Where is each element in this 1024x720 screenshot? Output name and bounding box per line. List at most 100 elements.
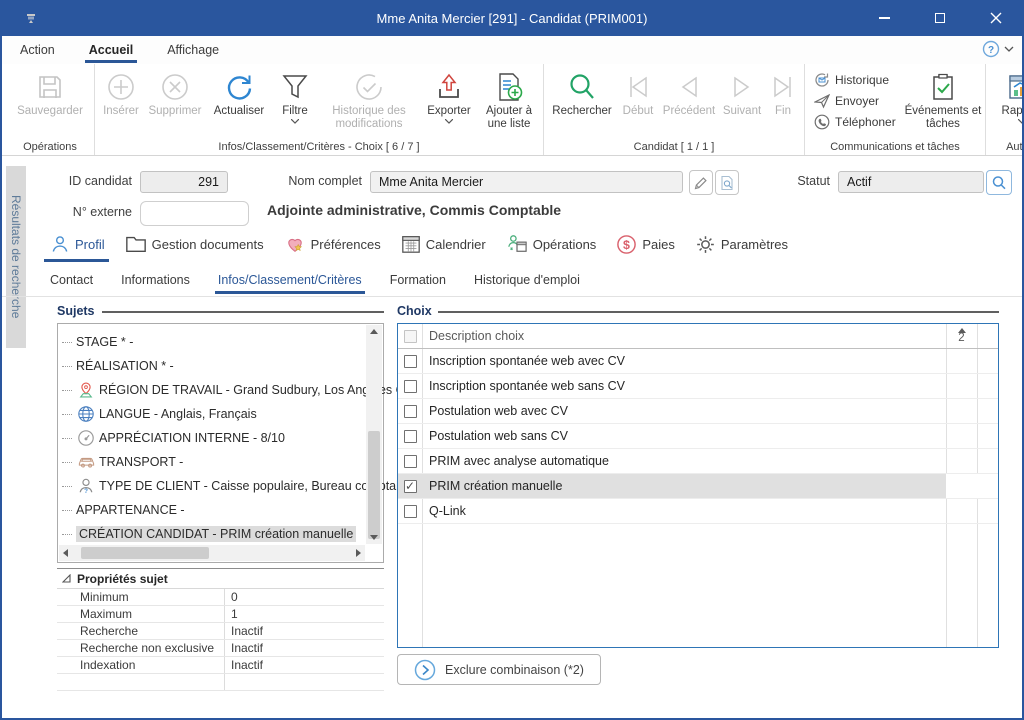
quick-access-pin-icon[interactable] [26, 13, 36, 23]
tree-item-langue[interactable]: LANGUE - Anglais, Français [62, 404, 257, 424]
tab-preferences[interactable]: Préférences [284, 228, 381, 260]
checkbox[interactable] [404, 405, 417, 418]
choix-header-row[interactable]: Description choix 2 [398, 324, 998, 349]
menu-accueil[interactable]: Accueil [87, 38, 135, 62]
tree-item-stage[interactable]: STAGE * - [62, 332, 133, 352]
property-row-maximum[interactable]: Maximum 1 [57, 606, 384, 623]
maximize-button[interactable] [912, 0, 968, 36]
globe-icon [76, 405, 96, 423]
history-button[interactable]: Historique [814, 72, 902, 88]
subtab-formation[interactable]: Formation [390, 266, 446, 294]
menu-action[interactable]: Action [18, 38, 57, 62]
ribbon-group-autres: Rapport Autres [986, 64, 1024, 155]
checkbox[interactable] [404, 505, 417, 518]
scroll-left-icon [63, 549, 68, 557]
choix-row[interactable]: Inscription spontanée web sans CV [398, 374, 998, 399]
delete-button[interactable]: Supprimer [144, 66, 206, 139]
previous-button[interactable]: Précédent [659, 66, 719, 139]
select-all-checkbox [404, 330, 417, 343]
report-button[interactable]: Rapport [989, 66, 1024, 139]
sujets-horizontal-scrollbar[interactable] [59, 545, 365, 561]
menu-affichage[interactable]: Affichage [165, 38, 221, 62]
property-row-recherche[interactable]: Recherche Inactif [57, 623, 384, 640]
filter-button[interactable]: Filtre [272, 66, 318, 139]
scroll-thumb[interactable] [81, 547, 209, 559]
refresh-button[interactable]: Actualiser [206, 66, 272, 139]
sujets-vertical-scrollbar[interactable] [366, 325, 382, 544]
search-results-panel-tab[interactable]: Résultats de recherche [6, 166, 26, 348]
events-tasks-icon [928, 69, 958, 105]
checkbox[interactable] [404, 355, 417, 368]
choix-row[interactable]: Postulation web avec CV [398, 399, 998, 424]
choix-row[interactable]: PRIM avec analyse automatique [398, 449, 998, 474]
tab-profil[interactable]: Profil [50, 228, 105, 260]
tab-gestion-documents[interactable]: Gestion documents [125, 228, 264, 260]
ribbon-group-label-infos: Infos/Classement/Critères - Choix [ 6 / … [95, 141, 543, 153]
help-icon[interactable]: ? [982, 40, 1000, 58]
app-window: Mme Anita Mercier [291] - Candidat (PRIM… [0, 0, 1024, 720]
external-number-field[interactable] [140, 201, 249, 226]
tree-item-transport[interactable]: TRANSPORT - [62, 452, 183, 472]
send-button[interactable]: Envoyer [814, 93, 902, 109]
status-field[interactable]: Actif [838, 171, 984, 193]
edit-name-button[interactable] [689, 170, 713, 195]
last-button[interactable]: Fin [765, 66, 801, 139]
delete-icon [160, 69, 190, 105]
history-modifications-button[interactable]: Historique des modifications [318, 66, 420, 139]
export-button[interactable]: Exporter [420, 66, 478, 139]
choix-row[interactable]: Inscription spontanée web avec CV [398, 349, 998, 374]
tab-calendrier[interactable]: Calendrier [401, 228, 486, 260]
phone-button[interactable]: Téléphoner [814, 114, 902, 130]
exclude-combination-button[interactable]: Exclure combinaison (*2) [397, 654, 601, 685]
tab-parametres[interactable]: Paramètres [695, 228, 788, 260]
tab-operations[interactable]: Opérations [506, 228, 597, 260]
ribbon-group-label-candidat: Candidat [ 1 / 1 ] [544, 141, 804, 153]
status-search-button[interactable] [986, 170, 1012, 195]
svg-text:?: ? [84, 488, 88, 495]
candidate-id-field: 291 [140, 171, 228, 193]
choix-row[interactable]: Q-Link [398, 499, 998, 524]
preview-document-button[interactable] [715, 170, 739, 195]
minimize-button[interactable] [856, 0, 912, 36]
full-name-field[interactable]: Mme Anita Mercier [370, 171, 683, 193]
events-tasks-button[interactable]: Événements et tâches [904, 66, 982, 139]
property-row-recherche-non-exclusive[interactable]: Recherche non exclusive Inactif [57, 640, 384, 657]
ribbon: Sauvegarder Opérations Insérer Supprimer [2, 64, 1022, 156]
first-icon [625, 69, 651, 105]
choix-row-selected[interactable]: PRIM création manuelle [398, 474, 998, 499]
scroll-right-icon [356, 549, 361, 557]
subtab-informations[interactable]: Informations [121, 266, 190, 294]
tree-item-realisation[interactable]: RÉALISATION * - [62, 356, 174, 376]
insert-button[interactable]: Insérer [98, 66, 144, 139]
checkbox-checked[interactable] [404, 480, 417, 493]
property-row-minimum[interactable]: Minimum 0 [57, 589, 384, 606]
tab-paies[interactable]: $ Paies [616, 228, 675, 260]
checkbox[interactable] [404, 380, 417, 393]
checkbox[interactable] [404, 455, 417, 468]
add-to-list-button[interactable]: Ajouter à une liste [478, 66, 540, 139]
tree-item-appartenance[interactable]: APPARTENANCE - [62, 500, 185, 520]
property-row-indexation[interactable]: Indexation Inactif [57, 657, 384, 674]
subtab-historique-emploi[interactable]: Historique d'emploi [474, 266, 580, 294]
proprietes-header[interactable]: Propriétés sujet [57, 569, 384, 589]
ribbon-collapse-chevron-icon[interactable] [1004, 45, 1014, 53]
next-button[interactable]: Suivant [719, 66, 765, 139]
ribbon-group-label-autres: Autres [986, 141, 1024, 153]
subtab-contact[interactable]: Contact [50, 266, 93, 294]
subtab-infos-classement-criteres[interactable]: Infos/Classement/Critères [218, 266, 362, 294]
choix-row[interactable]: Postulation web sans CV [398, 424, 998, 449]
tree-item-creation-candidat[interactable]: CRÉATION CANDIDAT - PRIM création manuel… [62, 524, 356, 544]
choix-column-header[interactable]: Description choix [429, 329, 524, 343]
person-calendar-icon [506, 234, 528, 254]
report-dropdown-chevron-icon [1018, 119, 1024, 124]
save-button[interactable]: Sauvegarder [9, 66, 91, 139]
chevron-right-circle-icon [414, 659, 436, 681]
status-label: Statut [762, 174, 830, 188]
close-button[interactable] [968, 0, 1024, 36]
search-button[interactable]: Rechercher [547, 66, 617, 139]
ribbon-group-candidat: Rechercher Début Précédent Suivant [544, 64, 805, 155]
scroll-thumb[interactable] [368, 431, 380, 539]
first-button[interactable]: Début [617, 66, 659, 139]
tree-item-appreciation-interne[interactable]: APPRÉCIATION INTERNE - 8/10 [62, 428, 285, 448]
checkbox[interactable] [404, 430, 417, 443]
